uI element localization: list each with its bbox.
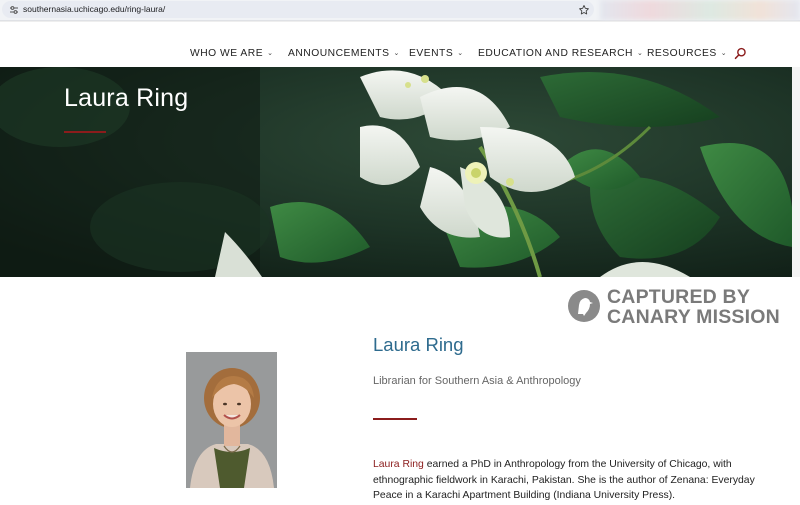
nav-education-and-research[interactable]: EDUCATION AND RESEARCH ⌄ [478,48,643,59]
scroll-edge [792,67,800,277]
chevron-down-icon: ⌄ [393,50,400,57]
site-navigation: WHO WE ARE ⌄ ANNOUNCEMENTS ⌄ EVENTS ⌄ EDUCA… [0,21,800,68]
nav-label: WHO WE ARE [190,48,264,59]
profile-divider [373,418,417,420]
watermark-line-2: CANARY MISSION [607,306,780,328]
profile-photo [186,352,277,488]
tune-icon[interactable] [9,5,19,15]
star-icon[interactable] [578,4,590,16]
nav-events[interactable]: EVENTS ⌄ [409,48,464,59]
canary-mission-watermark: CAPTURED BY CANARY MISSION [567,287,780,329]
profile-subtitle: Librarian for Southern Asia & Anthropolo… [373,375,581,387]
search-icon[interactable] [734,47,747,60]
profile-bio: Laura Ring earned a PhD in Anthropology … [373,457,773,504]
chevron-down-icon: ⌄ [720,50,728,57]
url-text[interactable]: southernasia.uchicago.edu/ring-laura/ [23,4,165,14]
bio-text: earned a PhD in Anthropology from the Un… [373,459,755,501]
address-field[interactable]: southernasia.uchicago.edu/ring-laura/ [2,1,594,18]
profile-name: Laura Ring [373,334,464,355]
nav-label: RESOURCES [647,48,717,59]
bio-name-link[interactable]: Laura Ring [373,459,424,470]
hero-title: Laura Ring [64,84,189,112]
nav-label: EDUCATION AND RESEARCH [478,48,633,59]
hero-title-underline [64,131,106,133]
nav-announcements[interactable]: ANNOUNCEMENTS ⌄ [288,48,400,59]
blurred-extension-area [600,0,800,20]
nav-resources[interactable]: RESOURCES ⌄ [647,48,727,59]
nav-who-we-are[interactable]: WHO WE ARE ⌄ [190,48,273,59]
chevron-down-icon: ⌄ [267,50,274,57]
chevron-down-icon: ⌄ [457,50,464,57]
nav-label: ANNOUNCEMENTS [288,48,390,59]
nav-label: EVENTS [409,48,454,59]
watermark-line-1: CAPTURED BY [607,286,751,308]
browser-address-bar: southernasia.uchicago.edu/ring-laura/ [0,0,800,21]
bird-icon [568,290,600,322]
chevron-down-icon: ⌄ [637,50,644,57]
watermark-text: CAPTURED BY CANARY MISSION [607,287,780,327]
